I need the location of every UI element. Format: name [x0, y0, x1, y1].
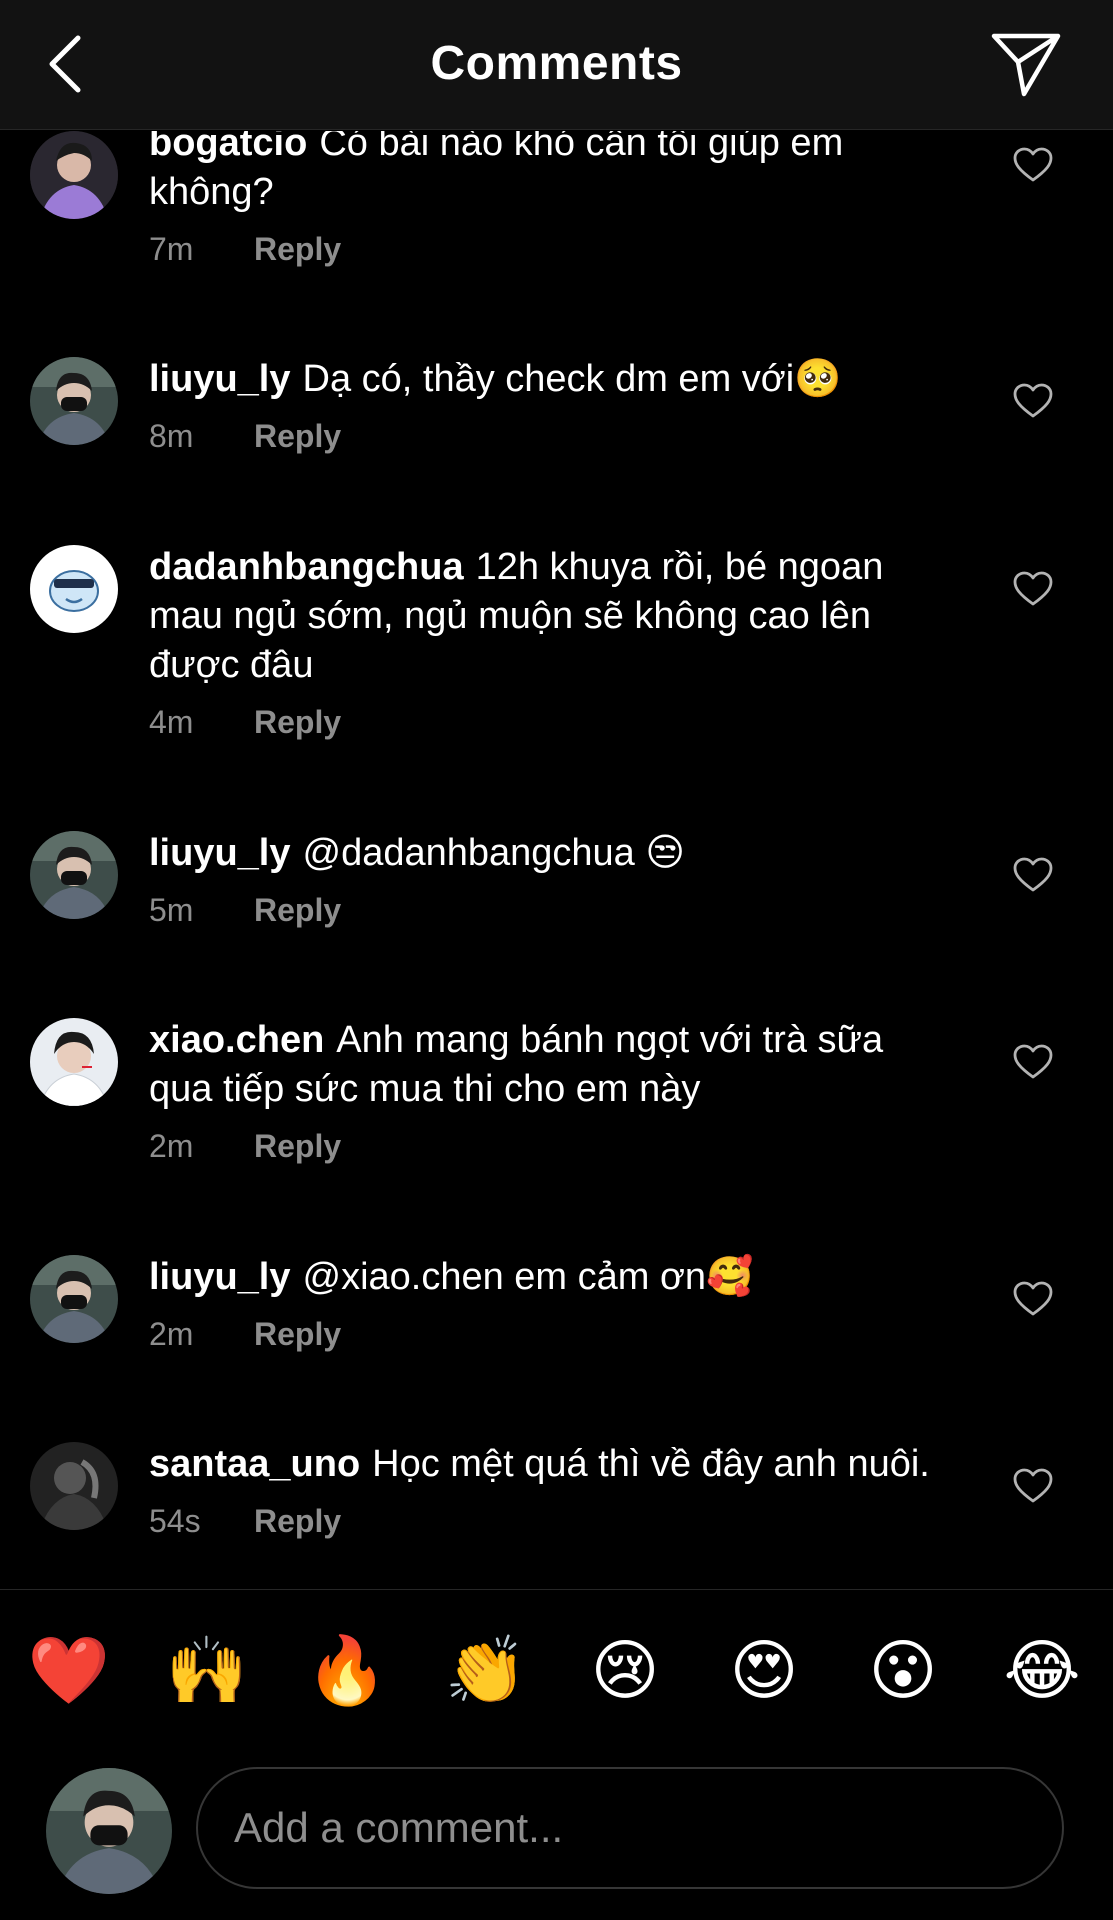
comment-username[interactable]: santaa_uno [149, 1443, 360, 1485]
surprised-face-emoji-button[interactable]: 😮 [858, 1626, 948, 1716]
comment-username[interactable]: liuyu_ly [149, 358, 291, 400]
comment-time: 5m [149, 892, 194, 928]
page-title: Comments [430, 37, 683, 90]
comment-time: 54s [149, 1503, 201, 1539]
avatar[interactable] [30, 357, 118, 445]
like-heart-icon[interactable] [1013, 857, 1053, 893]
crying-face-emoji-button[interactable]: 😢 [580, 1626, 670, 1716]
comment-text: @xiao.chen em cảm ơn🥰 [302, 1256, 754, 1298]
comment-composer: ❤️ 🙌 🔥 👏 😢 😍 😮 😂 [0, 1589, 1113, 1920]
comment-username[interactable]: liuyu_ly [149, 1256, 291, 1298]
reply-button[interactable]: Reply [254, 1316, 341, 1352]
like-heart-icon[interactable] [1013, 1044, 1053, 1080]
comment-text: Dạ có, thầy check dm em với🥺 [302, 358, 842, 400]
avatar[interactable] [30, 1255, 118, 1343]
comment-time: 2m [149, 1316, 194, 1352]
comment-username[interactable]: bogatcio [149, 131, 307, 164]
reply-button[interactable]: Reply [254, 892, 341, 928]
like-heart-icon[interactable] [1013, 1468, 1053, 1504]
reply-button[interactable]: Reply [254, 231, 341, 267]
raising-hands-emoji-button[interactable]: 🙌 [162, 1626, 252, 1716]
reply-button[interactable]: Reply [254, 1503, 341, 1539]
clapping-hands-emoji-button[interactable]: 👏 [441, 1626, 531, 1716]
comment-time: 2m [149, 1128, 194, 1164]
avatar[interactable] [30, 1018, 118, 1106]
red-heart-emoji-button[interactable]: ❤️ [24, 1626, 114, 1716]
comment-time: 7m [149, 231, 194, 267]
avatar[interactable] [30, 131, 118, 219]
like-heart-icon[interactable] [1013, 383, 1053, 419]
reply-button[interactable]: Reply [254, 704, 341, 740]
reply-button[interactable]: Reply [254, 418, 341, 454]
comment-list[interactable]: bogatcio Có bài nào khó cần tôi giúp em k… [0, 131, 1113, 1589]
comment-text: @dadanhbangchua 😒 [302, 832, 686, 874]
heart-eyes-emoji-button[interactable]: 😍 [719, 1626, 809, 1716]
fire-emoji-button[interactable]: 🔥 [302, 1626, 392, 1716]
tears-of-joy-emoji-button[interactable]: 😂 [997, 1626, 1087, 1716]
like-heart-icon[interactable] [1013, 1281, 1053, 1317]
reply-button[interactable]: Reply [254, 1128, 341, 1164]
comment-text: Học mệt quá thì về đây anh nuôi. [372, 1443, 930, 1485]
avatar[interactable] [30, 545, 118, 633]
comment-username[interactable]: dadanhbangchua [149, 546, 464, 588]
current-user-avatar [46, 1768, 172, 1894]
like-heart-icon[interactable] [1013, 147, 1053, 183]
add-comment-input[interactable] [196, 1767, 1064, 1889]
quick-reaction-bar: ❤️ 🙌 🔥 👏 😢 😍 😮 😂 [0, 1626, 1113, 1716]
comment-time: 4m [149, 704, 194, 740]
comment-username[interactable]: xiao.chen [149, 1019, 324, 1061]
avatar[interactable] [30, 831, 118, 919]
comment-time: 8m [149, 418, 194, 454]
like-heart-icon[interactable] [1013, 571, 1053, 607]
avatar[interactable] [30, 1442, 118, 1530]
share-icon[interactable] [990, 30, 1062, 98]
top-bar: Comments [0, 0, 1113, 130]
comment-username[interactable]: liuyu_ly [149, 832, 291, 874]
